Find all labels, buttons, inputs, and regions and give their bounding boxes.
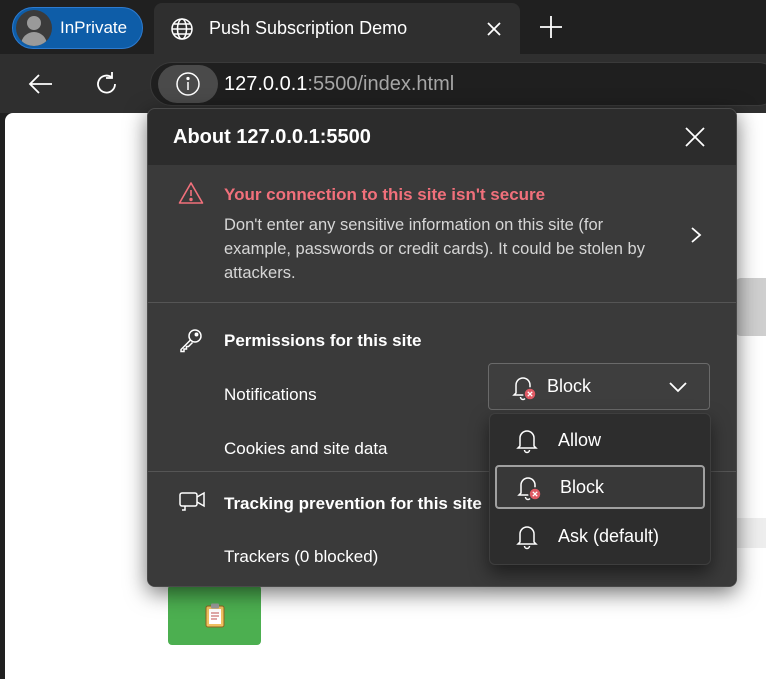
bell-icon [512, 425, 542, 455]
bell-blocked-icon [514, 472, 544, 502]
inprivate-button[interactable]: InPrivate [12, 7, 143, 49]
option-allow[interactable]: Allow [495, 418, 705, 462]
option-label: Ask (default) [558, 525, 660, 546]
refresh-icon[interactable] [93, 70, 121, 98]
chevron-right-icon[interactable] [686, 223, 706, 247]
connection-warning-text: Don't enter any sensitive information on… [224, 216, 645, 282]
inprivate-label: InPrivate [60, 18, 128, 37]
bell-blocked-icon [509, 372, 539, 402]
notifications-select[interactable]: Block [488, 363, 710, 410]
info-icon [176, 72, 200, 96]
option-label: Block [560, 476, 605, 497]
option-block[interactable]: Block [495, 465, 705, 509]
clipboard-icon [205, 603, 224, 628]
page-green-button[interactable] [168, 585, 261, 645]
connection-warning-title[interactable]: Your connection to this site isn't secur… [224, 185, 545, 205]
globe-icon [171, 17, 193, 40]
divider [148, 302, 736, 303]
chevron-down-icon [669, 381, 687, 392]
url-host: 127.0.0.1 [224, 72, 308, 95]
notifications-label: Notifications [224, 385, 317, 404]
key-icon [180, 329, 202, 353]
url-text: 127.0.0.1:5500/index.html [224, 73, 454, 96]
tracking-prevention-title: Tracking prevention for this site [224, 494, 482, 513]
warning-icon [178, 182, 204, 204]
site-info-button[interactable] [158, 65, 218, 103]
address-bar[interactable]: 127.0.0.1:5500/index.html [150, 62, 766, 106]
cookies-label[interactable]: Cookies and site data [224, 439, 388, 459]
plus-icon[interactable] [538, 14, 564, 40]
permissions-title: Permissions for this site [224, 331, 422, 350]
bell-icon [512, 521, 542, 551]
close-tab-button[interactable] [482, 17, 506, 41]
url-path: :5500/index.html [307, 72, 455, 95]
camera-icon [179, 491, 205, 511]
avatar [16, 10, 52, 46]
flyout-title: About 127.0.0.1:5500 [173, 126, 371, 148]
flyout-header: About 127.0.0.1:5500 [148, 109, 736, 165]
navigation-toolbar: 127.0.0.1:5500/index.html [0, 54, 766, 113]
tab-bar: InPrivate Push Subscription Demo [0, 0, 766, 54]
tab-title: Push Subscription Demo [209, 18, 408, 38]
close-icon[interactable] [682, 124, 708, 150]
notifications-select-value: Block [547, 376, 592, 396]
tab-push-subscription-demo[interactable]: Push Subscription Demo [154, 3, 520, 54]
page-gray-block [735, 278, 766, 336]
back-arrow-icon[interactable] [27, 70, 55, 98]
option-ask-default[interactable]: Ask (default) [495, 514, 705, 558]
close-icon [487, 21, 501, 36]
trackers-label[interactable]: Trackers (0 blocked) [224, 547, 378, 567]
notifications-dropdown: Allow Block Ask (default) [489, 413, 711, 565]
option-label: Allow [558, 429, 602, 450]
